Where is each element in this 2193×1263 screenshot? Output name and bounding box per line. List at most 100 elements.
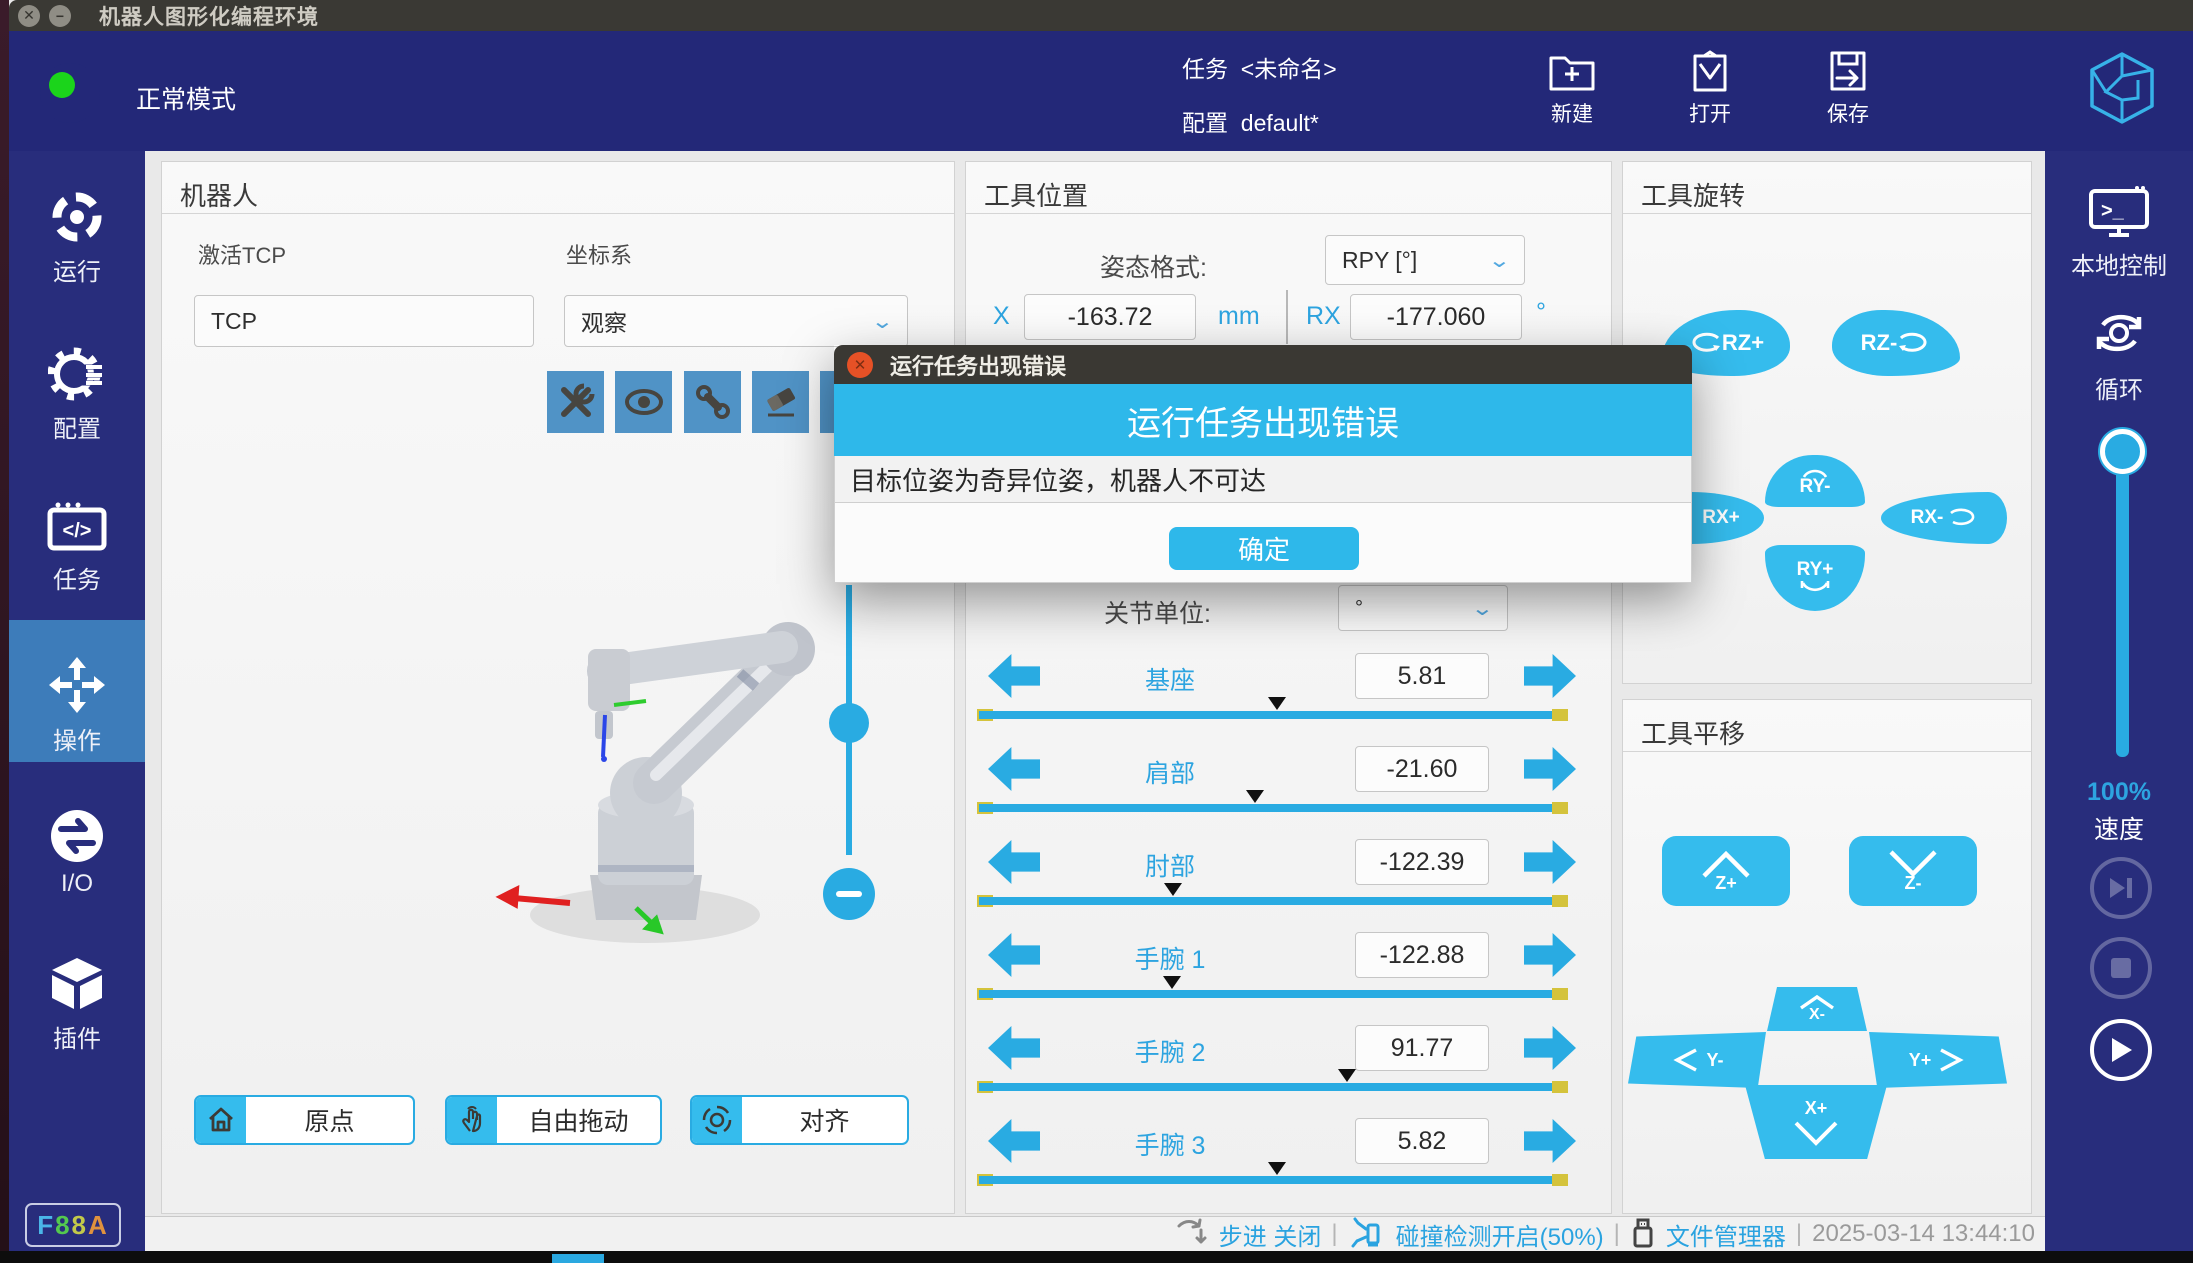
jog-y-minus-button[interactable]: Y- xyxy=(1628,1032,1766,1088)
local-control-item[interactable]: >_ 本地控制 xyxy=(2045,185,2193,281)
joint-value-field[interactable]: 5.82 xyxy=(1355,1118,1489,1164)
joint-slider[interactable] xyxy=(979,1162,1566,1188)
chevron-down-icon xyxy=(1788,1119,1844,1147)
joint-slider[interactable] xyxy=(979,790,1566,816)
pose-format-select[interactable]: RPY [°] ⌄ xyxy=(1325,235,1525,285)
window-close-icon[interactable]: ✕ xyxy=(18,5,40,27)
fkey-badge[interactable]: F88A xyxy=(25,1203,121,1247)
file-manager-link[interactable]: 文件管理器 xyxy=(1666,1217,1786,1252)
io-arrows-icon xyxy=(49,808,105,864)
jog-z-minus-button[interactable]: Z- xyxy=(1849,836,1977,906)
desktop-edge xyxy=(0,0,9,1263)
joint-name: 手腕 1 xyxy=(1090,940,1250,976)
step-forward-button[interactable] xyxy=(2090,857,2152,919)
run-target-icon xyxy=(48,188,106,246)
cube-icon xyxy=(48,955,106,1013)
confirm-button[interactable]: 确定 xyxy=(1169,527,1359,570)
joint-slider-marker xyxy=(1338,1069,1356,1082)
skip-icon xyxy=(2107,876,2135,900)
joint-slider[interactable] xyxy=(979,976,1566,1002)
task-name-row: 任务 <未命名> xyxy=(1182,50,1337,84)
joint-name: 基座 xyxy=(1090,661,1250,697)
joint-value-field[interactable]: 91.77 xyxy=(1355,1025,1489,1071)
open-icon xyxy=(1685,48,1735,94)
arc-icon xyxy=(1799,581,1831,597)
home-button[interactable]: 原点 xyxy=(194,1095,415,1145)
jog-x-minus-button[interactable]: X- xyxy=(1767,987,1867,1031)
divider xyxy=(1623,751,2031,752)
view-visibility-button[interactable] xyxy=(615,371,672,433)
hand-icon xyxy=(447,1097,497,1143)
move-arrows-icon xyxy=(47,655,107,715)
svg-text:</>: </> xyxy=(63,520,92,542)
rotate-ccw-icon xyxy=(1688,328,1722,358)
view-tools-button[interactable] xyxy=(547,371,604,433)
collision-status[interactable]: 碰撞检测开启(50%) xyxy=(1396,1217,1604,1252)
gear-icon xyxy=(48,345,106,403)
view-erase-button[interactable] xyxy=(752,371,809,433)
dialog-footer: 确定 xyxy=(834,503,1692,583)
save-task-button[interactable]: 保存 xyxy=(1788,48,1908,128)
x-axis-label: X xyxy=(993,302,1010,331)
x-value-field[interactable]: -163.72 xyxy=(1024,294,1196,340)
joint-value-field[interactable]: 5.81 xyxy=(1355,653,1489,699)
robot-panel-title: 机器人 xyxy=(180,176,258,213)
joint-slider-marker xyxy=(1268,1162,1286,1175)
rotate-cw-icon xyxy=(1897,328,1931,358)
joint-name: 手腕 3 xyxy=(1090,1126,1250,1162)
view-zoom-slider-thumb[interactable] xyxy=(829,703,869,743)
jog-y-plus-button[interactable]: Y+ xyxy=(1869,1032,2007,1088)
rx-unit-label: ° xyxy=(1536,298,1546,327)
speed-label: 速度 xyxy=(2045,810,2193,846)
joint-value-field[interactable]: -122.39 xyxy=(1355,839,1489,885)
frame-select[interactable]: 观察 ⌄ xyxy=(564,295,908,347)
brand-logo-icon xyxy=(2086,50,2158,126)
active-tcp-select[interactable]: TCP xyxy=(194,295,534,347)
chevron-right-icon xyxy=(1937,1047,1967,1073)
sidebar-item-config[interactable]: 配置 xyxy=(9,345,145,444)
open-task-button[interactable]: 打开 xyxy=(1650,48,1770,128)
sidebar-item-operate[interactable]: 操作 xyxy=(9,655,145,756)
frame-label: 坐标系 xyxy=(566,238,632,270)
rotate-cw-icon xyxy=(1947,507,1977,529)
chevron-down-icon: ⌄ xyxy=(1471,596,1494,621)
free-drag-button[interactable]: 自由拖动 xyxy=(445,1095,662,1145)
svg-text:>_: >_ xyxy=(2101,200,2125,222)
config-name-value: default* xyxy=(1241,110,1319,136)
joint-slider[interactable] xyxy=(979,1069,1566,1095)
file-manager-icon xyxy=(1630,1218,1656,1250)
loop-item[interactable]: 循环 xyxy=(2045,305,2193,405)
new-task-button[interactable]: 新建 xyxy=(1512,48,1632,128)
speed-slider-thumb[interactable] xyxy=(2100,429,2145,474)
joint-value-field[interactable]: -122.88 xyxy=(1355,932,1489,978)
joint-slider[interactable] xyxy=(979,697,1566,723)
bottom-strip xyxy=(0,1251,2193,1263)
error-dialog-titlebar[interactable]: ✕ 运行任务出现错误 xyxy=(834,345,1692,384)
jog-z-plus-button[interactable]: Z+ xyxy=(1662,836,1790,906)
window-minimize-icon[interactable]: − xyxy=(49,5,71,27)
step-mode-status[interactable]: 步进 关闭 xyxy=(1219,1217,1322,1252)
rx-value-field[interactable]: -177.060 xyxy=(1350,294,1522,340)
robot-3d-view[interactable] xyxy=(440,575,840,965)
chevron-left-icon xyxy=(1670,1047,1700,1073)
joint-slider[interactable] xyxy=(979,883,1566,909)
zoom-out-button[interactable] xyxy=(823,868,875,920)
joint-unit-select[interactable]: ° ⌄ xyxy=(1338,585,1508,631)
collision-icon xyxy=(1348,1217,1386,1251)
stop-button[interactable] xyxy=(2090,937,2152,999)
code-window-icon: </> xyxy=(46,500,108,554)
sidebar-item-io[interactable]: I/O xyxy=(9,808,145,898)
sidebar-item-task[interactable]: </> 任务 xyxy=(9,500,145,595)
sidebar-item-plugin[interactable]: 插件 xyxy=(9,955,145,1054)
view-path-button[interactable] xyxy=(684,371,741,433)
jog-x-plus-button[interactable]: X+ xyxy=(1745,1085,1887,1159)
sidebar-item-run[interactable]: 运行 xyxy=(9,188,145,287)
joint-value-field[interactable]: -21.60 xyxy=(1355,746,1489,792)
stop-icon xyxy=(2109,956,2133,980)
speed-slider-track[interactable] xyxy=(2116,452,2129,757)
task-name-value: <未命名> xyxy=(1241,56,1337,82)
align-button[interactable]: 对齐 xyxy=(690,1095,909,1145)
play-button[interactable] xyxy=(2090,1019,2152,1081)
bottom-accent xyxy=(552,1254,604,1263)
dialog-close-icon[interactable]: ✕ xyxy=(847,352,873,378)
